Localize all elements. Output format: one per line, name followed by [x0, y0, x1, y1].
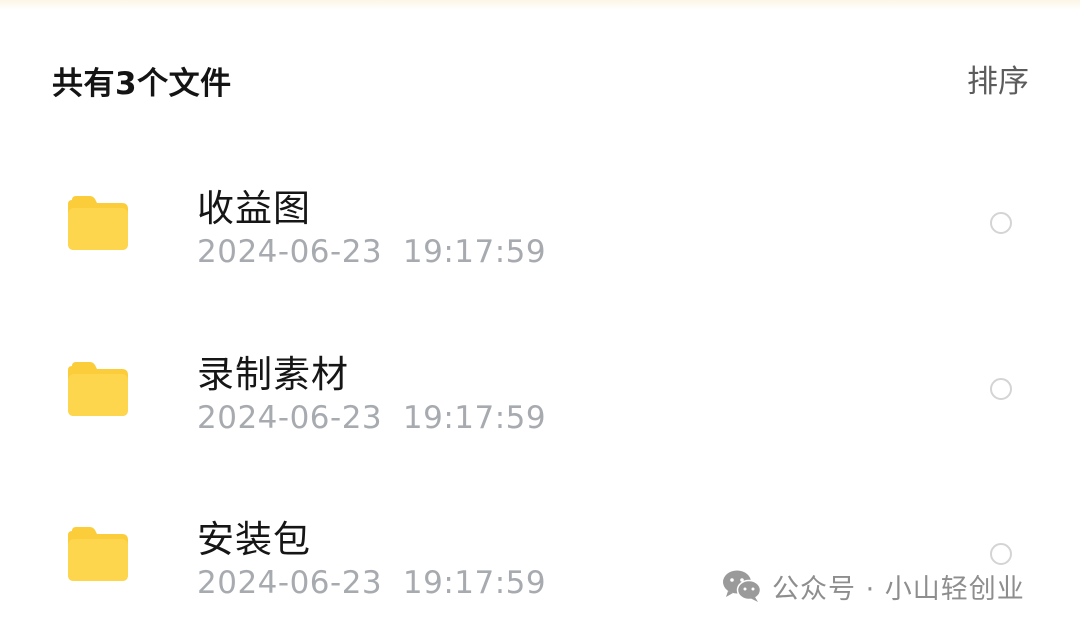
folder-icon: [68, 196, 128, 250]
file-time: 19:17:59: [402, 400, 547, 436]
file-count-title: 共有3个文件: [52, 66, 232, 102]
file-row-1[interactable]: 收益图 2024-06-23 19:17:59: [0, 140, 1080, 290]
file-timestamp: 2024-06-23 19:17:59: [197, 234, 546, 270]
select-radio[interactable]: [990, 212, 1012, 234]
folder-icon: [68, 362, 128, 416]
file-time: 19:17:59: [402, 234, 547, 270]
file-name: 安装包: [197, 518, 311, 561]
wechat-icon: [723, 570, 762, 602]
watermark: 公众号 · 小山轻创业: [722, 567, 1025, 605]
file-date: 2024-06-23: [197, 400, 383, 436]
file-name: 录制素材: [197, 353, 349, 396]
list-header: 共有3个文件 排序: [0, 40, 1080, 114]
file-row-2[interactable]: 录制素材 2024-06-23 19:17:59: [0, 306, 1080, 456]
file-date: 2024-06-23: [197, 565, 383, 601]
sort-button[interactable]: 排序: [967, 56, 1029, 101]
file-time: 19:17:59: [402, 565, 547, 601]
file-date: 2024-06-23: [197, 234, 383, 270]
select-radio[interactable]: [990, 543, 1012, 565]
top-strip: [0, 0, 1080, 10]
select-radio[interactable]: [990, 378, 1012, 400]
file-timestamp: 2024-06-23 19:17:59: [197, 400, 546, 436]
file-name: 收益图: [197, 187, 311, 230]
file-timestamp: 2024-06-23 19:17:59: [197, 565, 546, 601]
folder-icon: [68, 527, 128, 581]
watermark-text: 公众号 · 小山轻创业: [772, 573, 1025, 605]
